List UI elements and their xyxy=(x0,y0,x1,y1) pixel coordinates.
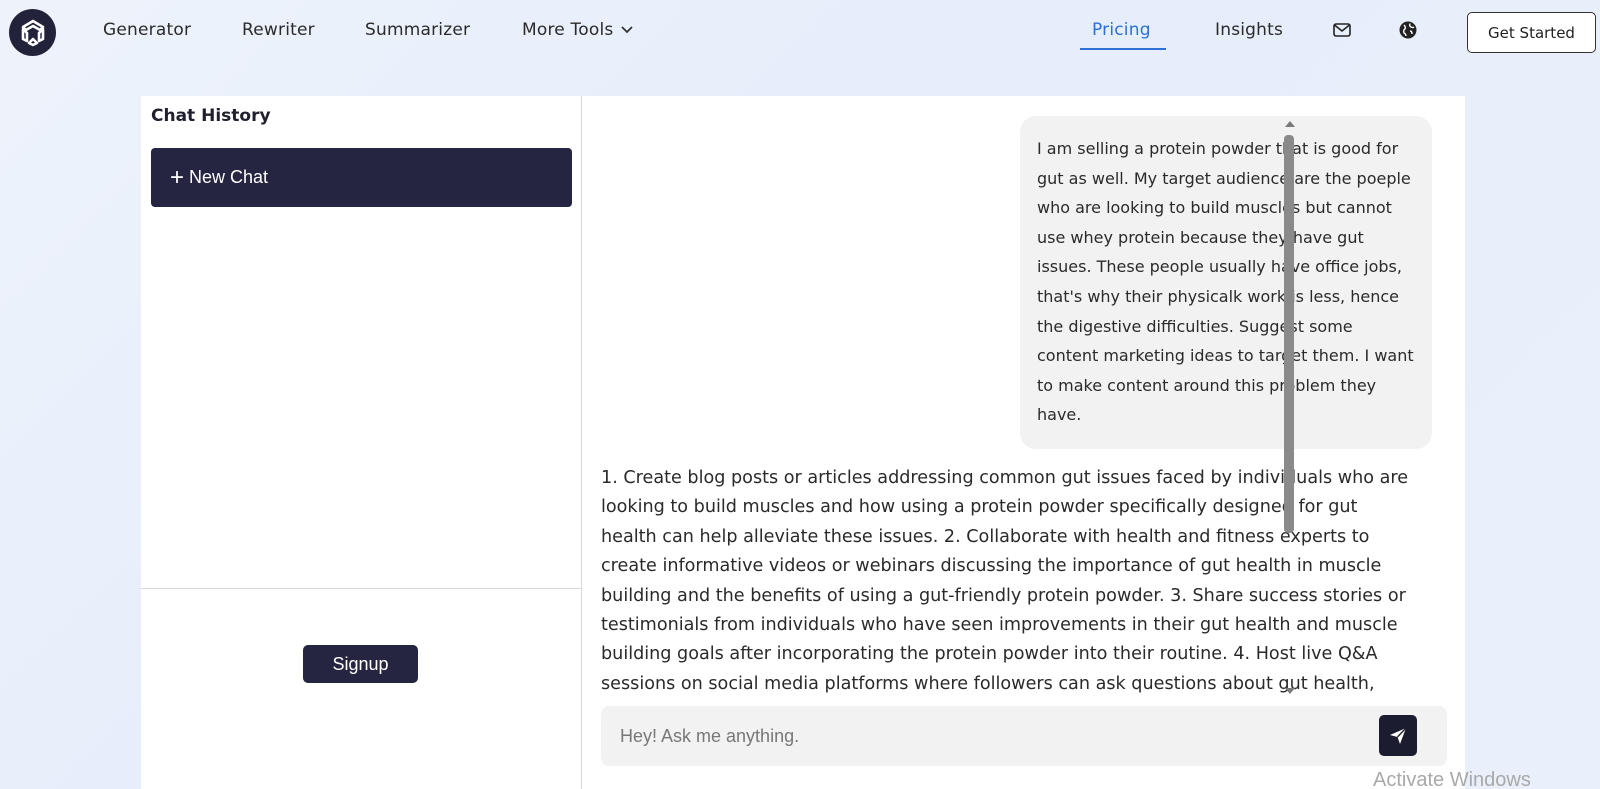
signup-button[interactable]: Signup xyxy=(303,645,418,683)
chat-scrollbar[interactable] xyxy=(1283,121,1295,694)
nav-rewriter[interactable]: Rewriter xyxy=(242,20,315,40)
chat-input[interactable] xyxy=(601,706,1371,766)
user-message: I am selling a protein powder that is go… xyxy=(1020,116,1432,449)
activate-windows-watermark: Activate Windows xyxy=(1373,769,1531,789)
nav-more-tools-label: More Tools xyxy=(522,20,614,40)
new-chat-label: New Chat xyxy=(189,167,269,187)
chat-history-title: Chat History xyxy=(151,106,271,126)
main-panel: Chat History + New Chat Signup I am sell… xyxy=(141,96,1465,789)
nav-active-indicator xyxy=(1080,48,1166,50)
nav-more-tools[interactable]: More Tools xyxy=(522,20,634,40)
plus-icon: + xyxy=(170,163,185,191)
nav-insights[interactable]: Insights xyxy=(1215,20,1283,40)
chat-area: I am selling a protein powder that is go… xyxy=(583,96,1465,789)
chat-input-bar xyxy=(601,706,1447,766)
globe-icon[interactable] xyxy=(1398,20,1418,40)
nav-generator[interactable]: Generator xyxy=(103,20,191,40)
scroll-thumb[interactable] xyxy=(1284,135,1294,533)
get-started-button[interactable]: Get Started xyxy=(1467,12,1596,53)
mail-icon[interactable] xyxy=(1332,20,1352,40)
top-navbar: Generator Rewriter Summarizer More Tools… xyxy=(0,0,1600,66)
logo-icon[interactable] xyxy=(9,9,56,56)
scroll-up-icon[interactable] xyxy=(1285,121,1295,127)
new-chat-button[interactable]: + New Chat xyxy=(151,148,572,207)
chevron-down-icon xyxy=(621,26,634,34)
send-icon xyxy=(1390,727,1407,744)
sidebar-divider xyxy=(141,588,582,589)
nav-summarizer[interactable]: Summarizer xyxy=(365,20,470,40)
chat-history-sidebar: Chat History + New Chat Signup xyxy=(141,96,582,789)
nav-pricing[interactable]: Pricing xyxy=(1092,20,1151,40)
scroll-down-icon[interactable] xyxy=(1285,688,1295,694)
send-button[interactable] xyxy=(1379,715,1417,756)
message-list: I am selling a protein powder that is go… xyxy=(583,96,1432,696)
